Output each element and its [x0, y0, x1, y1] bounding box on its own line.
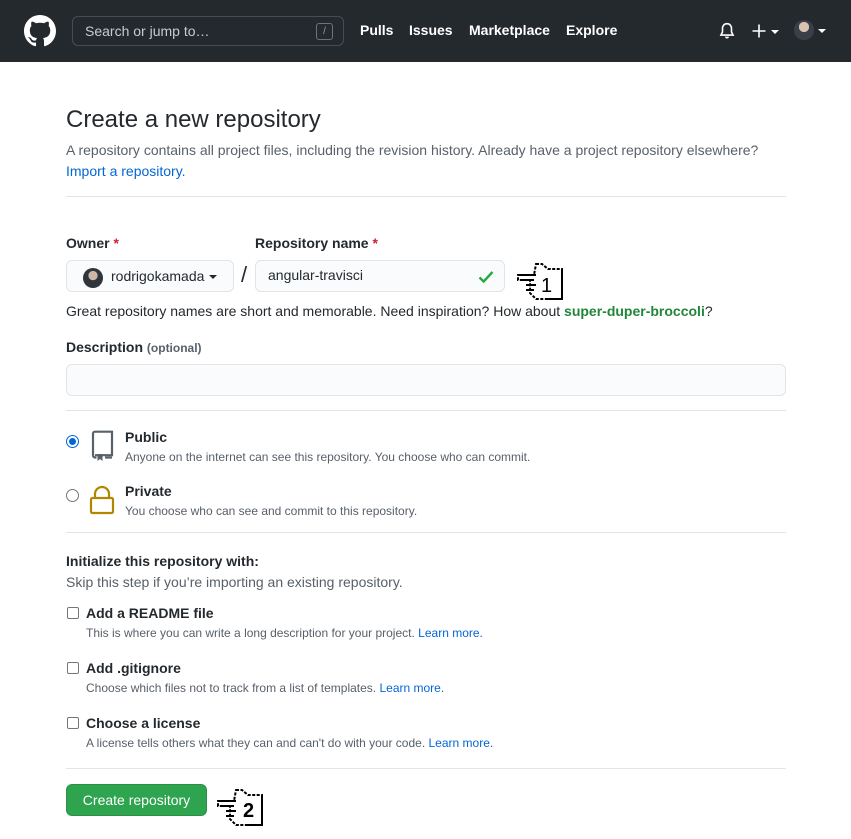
readme-description: This is where you can write a long descr… [86, 626, 483, 640]
readme-title: Add a README file [86, 605, 214, 621]
optional-tag: (optional) [146, 341, 202, 355]
nav-marketplace[interactable]: Marketplace [469, 22, 550, 38]
plus-icon [752, 24, 766, 38]
initialize-title: Initialize this repository with: [66, 553, 259, 569]
subtitle-text: A repository contains all project files,… [66, 142, 759, 158]
page-title: Create a new repository [66, 106, 321, 133]
gitignore-description: Choose which files not to track from a l… [86, 681, 444, 695]
readme-learn-more-link[interactable]: Learn more. [418, 626, 483, 640]
profile-menu[interactable] [794, 20, 830, 42]
gitignore-title: Add .gitignore [86, 660, 181, 676]
license-learn-more-link[interactable]: Learn more. [429, 736, 494, 750]
readme-checkbox[interactable] [67, 607, 79, 619]
private-description: You choose who can see and commit to thi… [125, 504, 418, 518]
private-title: Private [125, 483, 172, 499]
annotation-number: 2 [243, 800, 255, 822]
owner-avatar [83, 268, 103, 288]
private-radio[interactable] [66, 489, 79, 502]
nav-pulls[interactable]: Pulls [360, 22, 393, 38]
nav-issues[interactable]: Issues [409, 22, 453, 38]
hint-suffix: ? [704, 303, 713, 319]
gitignore-description-text: Choose which files not to track from a l… [86, 681, 377, 695]
github-logo-icon[interactable] [24, 15, 56, 47]
readme-description-text: This is where you can write a long descr… [86, 626, 415, 640]
repo-name-field[interactable] [255, 260, 505, 292]
nav-explore[interactable]: Explore [566, 22, 617, 38]
annotation-marker-1: 1 [514, 260, 570, 302]
divider [66, 196, 786, 197]
initialize-subtitle: Skip this step if you’re importing an ex… [66, 574, 403, 590]
search-shortcut-key: / [316, 23, 333, 40]
repo-name-hint: Great repository names are short and mem… [66, 303, 713, 319]
gitignore-learn-more-link[interactable]: Learn more. [379, 681, 444, 695]
caret-down-icon [209, 275, 217, 279]
license-description: A license tells others what they can and… [86, 736, 493, 750]
description-label: Description (optional) [66, 339, 202, 355]
description-input[interactable] [66, 364, 786, 396]
divider [66, 532, 786, 533]
search-input[interactable] [85, 23, 305, 39]
hint-text: Great repository names are short and mem… [66, 303, 565, 319]
pointing-hand-icon [217, 789, 263, 826]
caret-down-icon [771, 30, 779, 34]
repo-name-label-text: Repository name [255, 235, 369, 251]
avatar [794, 20, 814, 40]
repo-name-label: Repository name * [255, 235, 378, 251]
required-mark: * [113, 235, 119, 251]
annotation-number: 1 [541, 275, 553, 297]
repo-book-icon [91, 430, 114, 461]
owner-name: rodrigokamada [111, 268, 205, 284]
required-mark: * [372, 235, 378, 251]
annotation-marker-2: 2 [214, 786, 270, 828]
search-box[interactable]: / [72, 16, 344, 46]
owner-label-text: Owner [66, 235, 110, 251]
name-suggestion-link[interactable]: super-duper-broccoli [564, 303, 705, 319]
gitignore-checkbox[interactable] [67, 662, 79, 674]
owner-repo-separator: / [241, 262, 248, 287]
owner-dropdown[interactable]: rodrigokamada [66, 260, 234, 292]
lock-icon [89, 485, 115, 515]
divider [66, 768, 786, 769]
divider [66, 410, 786, 411]
repo-name-input[interactable] [268, 267, 468, 283]
license-checkbox[interactable] [67, 717, 79, 729]
public-title: Public [125, 429, 168, 445]
page-subtitle: A repository contains all project files,… [66, 140, 786, 182]
caret-down-icon [818, 29, 826, 33]
license-title: Choose a license [86, 715, 201, 731]
top-nav-bar: / Pulls Issues Marketplace Explore [0, 0, 851, 62]
public-radio[interactable] [66, 435, 79, 448]
description-label-text: Description [66, 339, 144, 355]
import-repository-link[interactable]: Import a repository. [66, 163, 186, 179]
bell-icon[interactable] [718, 22, 736, 40]
owner-label: Owner * [66, 235, 119, 251]
create-new-menu[interactable] [751, 21, 781, 41]
public-description: Anyone on the internet can see this repo… [125, 450, 531, 464]
create-repository-button[interactable]: Create repository [66, 784, 207, 816]
check-icon [478, 271, 494, 284]
license-description-text: A license tells others what they can and… [86, 736, 426, 750]
